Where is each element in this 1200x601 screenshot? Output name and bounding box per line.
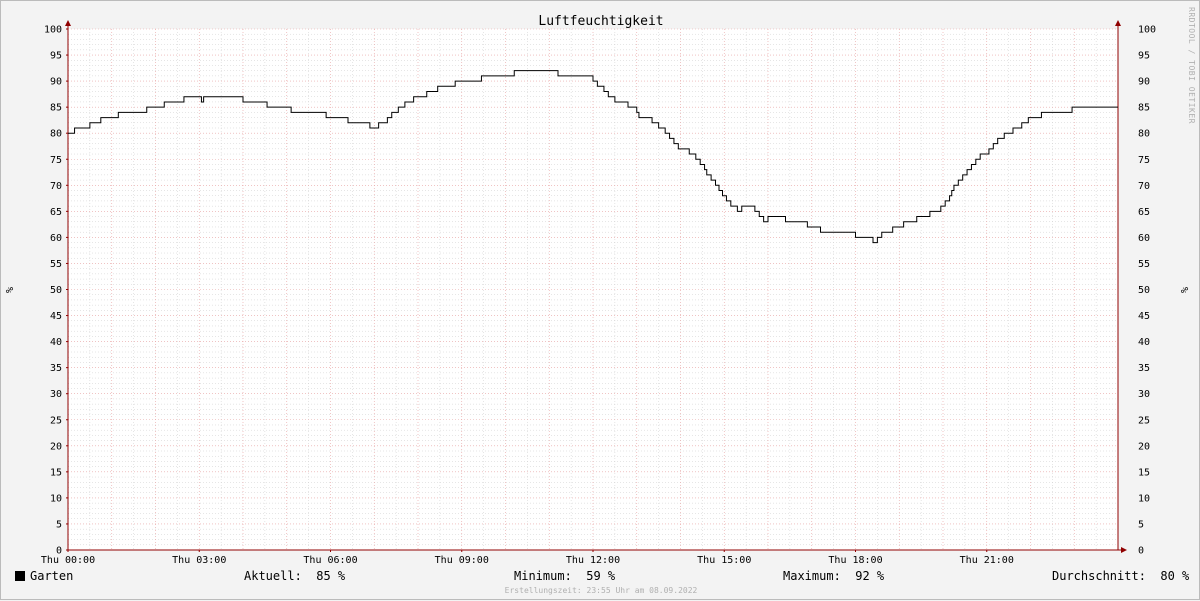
creation-time: Erstellungszeit: 23:55 Uhr am 08.09.2022: [504, 586, 698, 595]
y-tick-label-left: 80: [50, 129, 62, 140]
chart-title: Luftfeuchtigkeit: [538, 14, 663, 29]
y-axis-right-arrow: [1115, 20, 1121, 26]
y-tick-label-left: 35: [50, 363, 62, 374]
legend-avg-value: 80 %: [1160, 569, 1190, 583]
y-tick-label-left: 10: [50, 493, 62, 504]
y-tick-label-right: 0: [1138, 546, 1144, 557]
y-tick-label-left: 15: [50, 467, 62, 478]
y-tick-label-left: 50: [50, 285, 62, 296]
y-tick-label-right: 75: [1138, 155, 1150, 166]
legend-current-value: 85 %: [316, 569, 346, 583]
legend-maximum: Maximum: 92 %: [783, 569, 884, 583]
legend-series-label: Garten: [30, 569, 74, 583]
y-tick-label-right: 20: [1138, 441, 1150, 452]
chart-frame: Luftfeuchtigkeit 0 5 10 15 20 25 30 35 40 45 50 55 6…: [0, 0, 1200, 600]
y-tick-label-left: 30: [50, 389, 62, 400]
y-tick-label-left: 70: [50, 181, 62, 192]
y-tick-label-right: 55: [1138, 259, 1150, 270]
y-tick-label-right: 10: [1138, 493, 1150, 504]
y-tick-label-left: 20: [50, 441, 62, 452]
rrdtool-watermark: RRDTOOL / TOBI OETIKER: [1187, 7, 1196, 124]
y-tick-label-left: 95: [50, 51, 62, 62]
y-tick-label-right: 45: [1138, 311, 1150, 322]
y-tick-label-right: 25: [1138, 415, 1150, 426]
humidity-chart: Luftfeuchtigkeit 0 5 10 15 20 25 30 35 40 45 50 55 6…: [5, 7, 1196, 566]
legend-max-value: 92 %: [855, 569, 885, 583]
y-tick-label-left: 75: [50, 155, 62, 166]
y-tick-label-right: 15: [1138, 467, 1150, 478]
y-tick-label-right: 35: [1138, 363, 1150, 374]
y-tick-label-right: 65: [1138, 207, 1150, 218]
legend-current: Aktuell: 85 %: [244, 569, 345, 583]
y-tick-label-right: 90: [1138, 77, 1150, 88]
legend-average: Durchschnitt: 80 %: [1052, 569, 1189, 583]
y-tick-label-left: 65: [50, 207, 62, 218]
x-tick-label: Thu 03:00: [172, 555, 226, 566]
y-tick-label-left: 100: [44, 25, 62, 36]
y-tick-label-right: 100: [1138, 25, 1156, 36]
legend-current-label: Aktuell:: [244, 569, 302, 583]
y-tick-labels-right: 0 5 10 15 20 25 30 35 40 45 50 55 60 65 70 75 80 85 90 95 10…: [1138, 25, 1156, 557]
legend-min-value: 59 %: [586, 569, 616, 583]
y-tick-label-right: 60: [1138, 233, 1150, 244]
x-tick-label: Thu 15:00: [697, 555, 751, 566]
y-tick-label-left: 55: [50, 259, 62, 270]
x-tick-label: Thu 09:00: [435, 555, 489, 566]
y-tick-label-right: 80: [1138, 129, 1150, 140]
x-tick-label: Thu 00:00: [41, 555, 95, 566]
x-tick-label: Thu 12:00: [566, 555, 620, 566]
y-tick-label-left: 5: [56, 519, 62, 530]
y-tick-labels-left: 0510152025303540455055606570758085909510…: [44, 25, 62, 557]
y-tick-label-right: 85: [1138, 103, 1150, 114]
legend-avg-label: Durchschnitt:: [1052, 569, 1146, 583]
x-tick-label: Thu 18:00: [828, 555, 882, 566]
legend-minimum: Minimum: 59 %: [514, 569, 615, 583]
x-tick-label: Thu 21:00: [960, 555, 1014, 566]
y-tick-label-right: 50: [1138, 285, 1150, 296]
legend-series: Garten: [15, 569, 73, 583]
y-tick-label-left: 60: [50, 233, 62, 244]
legend-min-label: Minimum:: [514, 569, 572, 583]
y-tick-label-left: 85: [50, 103, 62, 114]
y-tick-label-right: 5: [1138, 519, 1144, 530]
y-tick-label-right: 70: [1138, 181, 1150, 192]
y-tick-label-right: 95: [1138, 51, 1150, 62]
y-tick-label-left: 45: [50, 311, 62, 322]
y-axis-label-left: %: [5, 287, 16, 293]
x-tick-label: Thu 06:00: [303, 555, 357, 566]
y-tick-label-left: 90: [50, 77, 62, 88]
legend-max-label: Maximum:: [783, 569, 841, 583]
y-tick-label-left: 40: [50, 337, 62, 348]
y-tick-label-right: 30: [1138, 389, 1150, 400]
y-axis-label-right: %: [1178, 287, 1189, 293]
x-axis-arrow: [1121, 547, 1127, 553]
legend-swatch: [15, 571, 25, 581]
y-tick-label-right: 40: [1138, 337, 1150, 348]
x-tick-labels: Thu 00:00 Thu 03:00 Thu 06:00 Thu 09:00 Thu …: [41, 555, 1014, 566]
y-axis-left-arrow: [65, 20, 71, 26]
y-tick-label-left: 25: [50, 415, 62, 426]
